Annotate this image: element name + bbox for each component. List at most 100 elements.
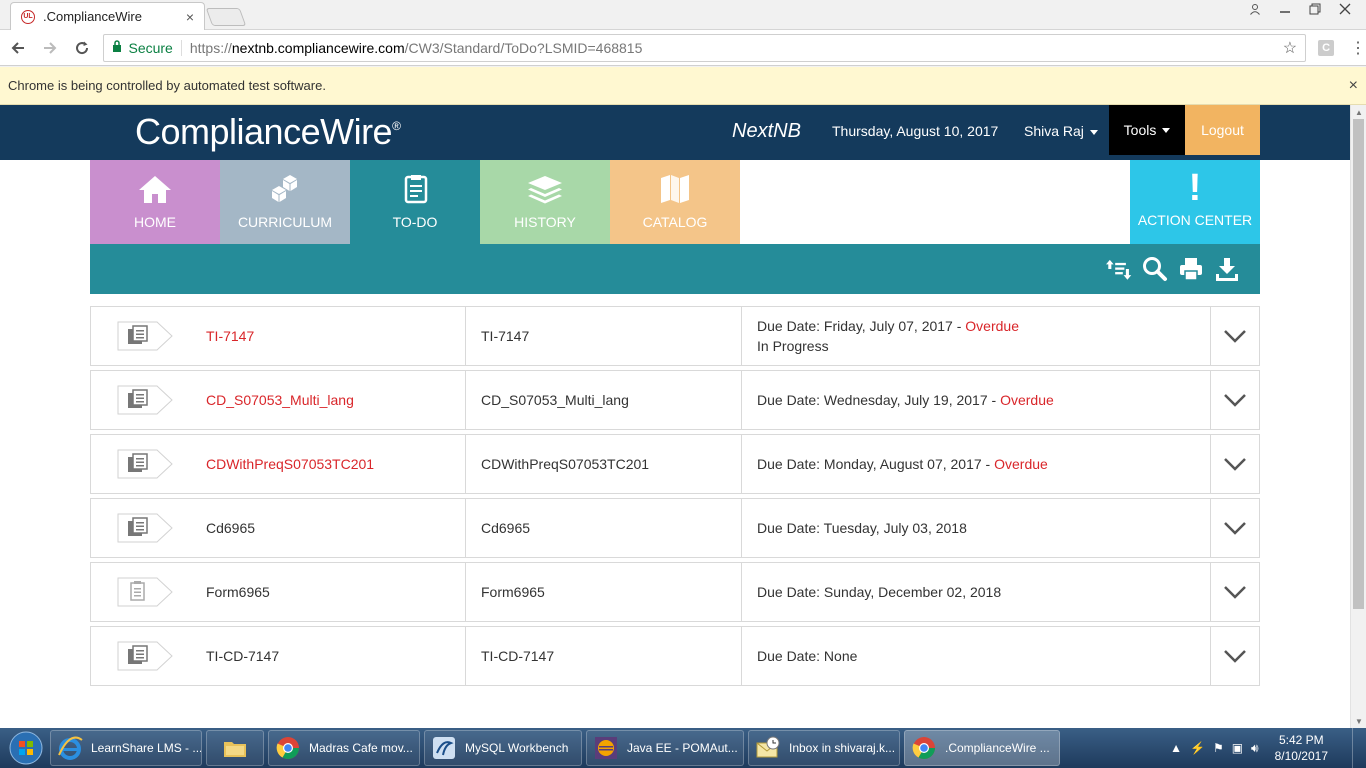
todo-row: TI-CD-7147 TI-CD-7147 Due Date: None	[90, 626, 1260, 686]
expand-chevron-icon[interactable]	[1211, 435, 1259, 493]
tools-menu-button[interactable]: Tools	[1109, 105, 1185, 155]
start-button[interactable]	[6, 728, 46, 768]
restore-icon[interactable]	[1300, 0, 1330, 18]
expand-chevron-icon[interactable]	[1211, 307, 1259, 365]
network-status-icon[interactable]: ⚡	[1190, 741, 1205, 756]
chrome-menu-icon[interactable]: ⋮	[1350, 38, 1366, 58]
action-center-button[interactable]: ! ACTION CENTER	[1130, 160, 1260, 244]
url-text: https://nextnb.compliancewire.com/CW3/St…	[190, 40, 1283, 56]
url-host: nextnb.compliancewire.com	[231, 39, 405, 56]
back-arrow-icon[interactable]	[4, 34, 32, 62]
ul-favicon-icon: UL	[21, 9, 35, 24]
taskbar-outlook[interactable]: Inbox in shivaraj.k...	[748, 730, 900, 766]
item-title-link[interactable]: TI-7147	[206, 307, 466, 365]
show-hidden-icons-icon[interactable]: ▲	[1170, 741, 1182, 756]
display-icon[interactable]: ▣	[1232, 741, 1243, 756]
taskbar-chrome-madras[interactable]: Madras Cafe mov...	[268, 730, 420, 766]
item-due-info: Due Date: None	[742, 627, 1211, 685]
item-due-info: Due Date: Tuesday, July 03, 2018	[742, 499, 1211, 557]
extension-icon[interactable]: C	[1318, 39, 1335, 56]
minimize-icon[interactable]	[1270, 0, 1300, 18]
expand-chevron-icon[interactable]	[1211, 563, 1259, 621]
reload-icon[interactable]	[68, 34, 96, 62]
lock-icon	[112, 40, 122, 55]
search-icon[interactable]	[1142, 255, 1168, 283]
mysql-workbench-icon	[433, 737, 455, 759]
sort-icon[interactable]	[1106, 255, 1132, 283]
item-title-link[interactable]: CDWithPreqS07053TC201	[206, 435, 466, 493]
due-date: Due Date: None	[757, 648, 858, 664]
taskbar-eclipse[interactable]: Java EE - POMAut...	[586, 730, 744, 766]
scroll-up-arrow-icon[interactable]: ▲	[1351, 105, 1366, 119]
url-input[interactable]: Secure https://nextnb.compliancewire.com…	[103, 33, 1307, 62]
brand-logo[interactable]: ComplianceWire®	[135, 111, 401, 153]
due-date: Due Date: Wednesday, July 19, 2017	[757, 392, 988, 408]
brand-name: ComplianceWire	[135, 111, 393, 152]
nav-catalog[interactable]: CATALOG	[610, 160, 740, 244]
nav-home[interactable]: HOME	[90, 160, 220, 244]
windows-taskbar: LearnShare LMS - ... Madras Cafe mov... …	[0, 728, 1366, 768]
exclamation-icon: !	[1188, 167, 1202, 209]
system-clock[interactable]: 5:42 PM 8/10/2017	[1275, 732, 1328, 764]
taskbar-ie-window[interactable]: LearnShare LMS - ...	[50, 730, 202, 766]
print-icon[interactable]	[1178, 255, 1204, 283]
bookmark-star-icon[interactable]: ☆	[1283, 38, 1297, 58]
user-profile-icon[interactable]	[1240, 0, 1270, 18]
row-type-cell	[91, 307, 206, 365]
taskbar-chrome-compliancewire[interactable]: .ComplianceWire ...	[904, 730, 1060, 766]
expand-chevron-icon[interactable]	[1211, 499, 1259, 557]
toolbar-icons	[1106, 255, 1240, 283]
volume-icon[interactable]: 🔊︎	[1251, 741, 1259, 756]
due-date-line: Due Date: Friday, July 07, 2017 - Overdu…	[757, 316, 1210, 336]
item-title-link[interactable]: Form6965	[206, 563, 466, 621]
action-flag-icon[interactable]: ⚑	[1213, 741, 1224, 756]
folder-icon	[224, 742, 246, 757]
forward-arrow-icon[interactable]	[36, 34, 64, 62]
chrome-icon	[276, 737, 299, 759]
infobar-close-icon[interactable]: ×	[1349, 77, 1358, 95]
overdue-status: Overdue	[965, 318, 1019, 334]
app-header: ComplianceWire® NextNB Thursday, August …	[0, 105, 1350, 160]
vertical-scrollbar[interactable]: ▲ ▼	[1350, 105, 1366, 728]
tab-close-icon[interactable]: ×	[186, 9, 194, 25]
due-date-line: Due Date: Monday, August 07, 2017 - Over…	[757, 454, 1210, 474]
nav-history[interactable]: HISTORY	[480, 160, 610, 244]
site-name: NextNB	[732, 120, 801, 142]
overdue-status: Overdue	[1000, 392, 1054, 408]
row-type-cell	[91, 563, 206, 621]
item-title-link[interactable]: Cd6965	[206, 499, 466, 557]
window-controls	[1240, 0, 1360, 18]
taskbar-explorer[interactable]	[206, 730, 264, 766]
todo-row: CD_S07053_Multi_lang CD_S07053_Multi_lan…	[90, 370, 1260, 430]
nav-curriculum[interactable]: CURRICULUM	[220, 160, 350, 244]
clock-time: 5:42 PM	[1278, 733, 1324, 747]
cubes-icon	[272, 175, 297, 202]
scroll-down-arrow-icon[interactable]: ▼	[1351, 714, 1366, 728]
due-date-line: Due Date: Wednesday, July 19, 2017 - Ove…	[757, 390, 1210, 410]
download-icon[interactable]	[1214, 255, 1240, 283]
eclipse-ide-icon	[595, 737, 617, 759]
show-desktop-button[interactable]	[1352, 728, 1366, 768]
new-tab-button[interactable]	[205, 8, 247, 26]
window-close-icon[interactable]	[1330, 0, 1360, 18]
nav-history-label: HISTORY	[514, 214, 576, 230]
expand-chevron-icon[interactable]	[1211, 627, 1259, 685]
progress-status: In Progress	[757, 338, 829, 354]
user-name: Shiva Raj	[1024, 123, 1084, 139]
item-title-link[interactable]: TI-CD-7147	[206, 627, 466, 685]
taskbar-mysql[interactable]: MySQL Workbench	[424, 730, 582, 766]
nav-todo[interactable]: TO-DO	[350, 160, 480, 244]
logout-button[interactable]: Logout	[1185, 105, 1260, 155]
url-scheme: https://	[189, 39, 232, 56]
tray-icons: ▲ ⚡ ⚑ ▣ 🔊︎	[1170, 741, 1259, 756]
document-type-icon	[117, 385, 173, 415]
map-book-icon	[661, 175, 689, 203]
item-title-link[interactable]: CD_S07053_Multi_lang	[206, 371, 466, 429]
scroll-thumb[interactable]	[1353, 119, 1364, 609]
infobar-message: Chrome is being controlled by automated …	[8, 78, 326, 93]
expand-chevron-icon[interactable]	[1211, 371, 1259, 429]
taskbar-ie-label: LearnShare LMS - ...	[91, 741, 202, 755]
form-type-icon	[117, 577, 173, 607]
user-menu[interactable]: Shiva Raj	[1024, 123, 1098, 139]
browser-tab[interactable]: UL .ComplianceWire ×	[10, 2, 205, 30]
